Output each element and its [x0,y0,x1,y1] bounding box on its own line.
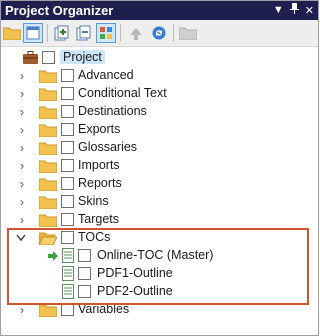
tree-item-label: Glossaries [78,140,138,154]
chevron-right-icon[interactable]: › [16,304,28,316]
folder-icon [38,177,58,192]
chevron-right-icon[interactable]: › [16,196,28,208]
toolbar-separator [120,24,121,42]
checkbox[interactable] [61,87,74,100]
tree-item-destinations[interactable]: › Destinations [0,103,319,121]
tree-item-label: Skins [78,194,109,208]
tree-item-label: Conditional Text [78,86,167,100]
remove-item-button[interactable] [74,23,94,43]
tree-item-label: Destinations [78,104,147,118]
chevron-right-icon[interactable]: › [16,124,28,136]
toolbar-separator [173,24,174,42]
tree-root-project[interactable]: Project [0,49,319,67]
checkbox[interactable] [61,213,74,226]
folder-icon [38,303,58,318]
chevron-right-icon[interactable]: › [16,88,28,100]
checkbox[interactable] [42,51,55,64]
move-icon[interactable] [126,23,146,43]
add-item-button[interactable] [52,23,72,43]
tree-item-exports[interactable]: › Exports [0,121,319,139]
window-title: Project Organizer [5,2,114,18]
chevron-right-icon[interactable]: › [16,106,28,118]
checkbox[interactable] [61,69,74,82]
tree-item-skins[interactable]: › Skins [0,193,319,211]
tree-item-targets[interactable]: › Targets [0,211,319,229]
toolbar [0,20,319,47]
folder-icon [38,213,58,228]
chevron-right-icon[interactable]: › [16,214,28,226]
tiles-view-button[interactable] [96,23,116,43]
tree-item-advanced[interactable]: › Advanced [0,67,319,85]
open-folder-button[interactable] [2,23,22,43]
new-folder-button[interactable] [178,23,198,43]
tree-item-label: Targets [78,212,119,226]
chevron-right-icon[interactable]: › [16,178,28,190]
dropdown-icon[interactable]: ▼ [273,4,284,16]
checkbox[interactable] [61,177,74,190]
tree-item-glossaries[interactable]: › Glossaries [0,139,319,157]
tree-item-label: Reports [78,176,122,190]
chevron-right-icon[interactable]: › [16,160,28,172]
checkbox[interactable] [61,159,74,172]
tree-item-imports[interactable]: › Imports [0,157,319,175]
folder-icon [38,87,58,102]
checkbox[interactable] [61,123,74,136]
toolbar-separator [47,24,48,42]
highlight-box [7,228,309,305]
tree-item-label: Exports [78,122,121,136]
title-bar: Project Organizer ▼ ✕ [0,0,319,20]
sync-icon[interactable] [149,23,169,43]
chevron-right-icon[interactable]: › [16,70,28,82]
folder-icon [38,195,58,210]
checkbox[interactable] [61,195,74,208]
folder-icon [38,159,58,174]
tree-item-label: Project [60,50,105,64]
tree-item-conditional-text[interactable]: › Conditional Text [0,85,319,103]
close-icon[interactable]: ✕ [305,4,314,17]
window-view-button[interactable] [23,23,43,43]
briefcase-icon [22,51,40,65]
tree-item-reports[interactable]: › Reports [0,175,319,193]
tree-item-label: Advanced [78,68,134,82]
pin-icon[interactable] [289,3,299,17]
checkbox[interactable] [61,105,74,118]
checkbox[interactable] [61,141,74,154]
chevron-right-icon[interactable]: › [16,142,28,154]
folder-icon [38,141,58,156]
folder-icon [38,123,58,138]
folder-icon [38,105,58,120]
folder-icon [38,69,58,84]
tree-item-label: Imports [78,158,120,172]
